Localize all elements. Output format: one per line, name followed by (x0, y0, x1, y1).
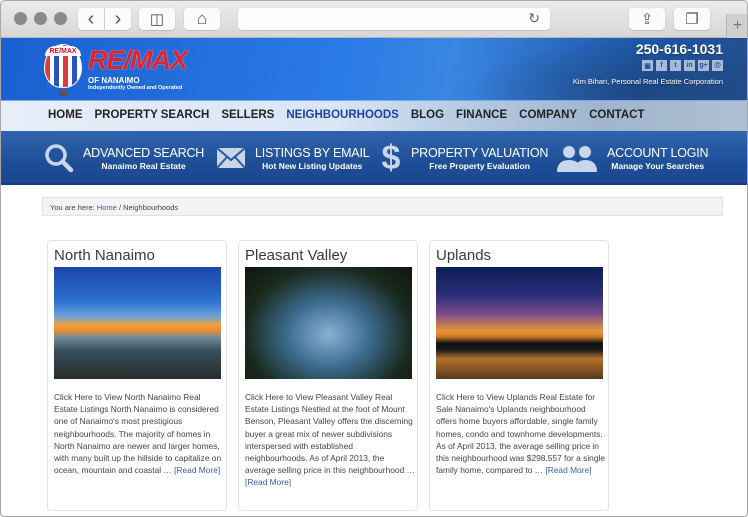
linkedin-icon[interactable]: in (684, 60, 695, 71)
social-links: ▣ f t in g+ @ (642, 60, 723, 71)
users-icon (556, 144, 598, 172)
home-icon: ⌂ (196, 9, 208, 28)
breadcrumb-home-link[interactable]: Home (97, 203, 117, 212)
sidebar-icon: ◫ (149, 11, 165, 28)
share-button[interactable]: ⇪ (629, 8, 665, 30)
feature-title: PROPERTY VALUATION (411, 145, 549, 160)
browser-toolbar: ‹ › ◫ ⌂ ↻ ⇪ ❐ + (0, 0, 748, 38)
breadcrumb-prefix: You are here: (50, 203, 97, 212)
card-description: Click Here to View Pleasant Valley Real … (245, 391, 415, 489)
card-title[interactable]: Pleasant Valley (245, 247, 347, 264)
feature-bar: ADVANCED SEARCH Nanaimo Real Estate LIST… (0, 131, 748, 185)
breadcrumb: You are here: Home / Neighbourhoods (42, 197, 723, 216)
card-description: Click Here to View North Nanaimo Real Es… (54, 391, 224, 476)
youtube-icon[interactable]: ▣ (642, 60, 653, 71)
neighbourhood-card-uplands: Uplands Click Here to View Uplands Real … (429, 240, 609, 511)
email-icon[interactable]: @ (712, 60, 723, 71)
feature-title: ADVANCED SEARCH (83, 145, 205, 160)
card-description: Click Here to View Uplands Real Estate f… (436, 391, 606, 476)
search-icon (44, 143, 74, 173)
read-more-link[interactable]: [Read More] (545, 465, 591, 475)
balloon-basket (59, 90, 67, 96)
nav-item-contact[interactable]: CONTACT (589, 109, 644, 121)
back-button[interactable]: ‹ (78, 8, 104, 30)
address-bar[interactable]: ↻ (238, 8, 550, 30)
tabs-icon: ❐ (685, 11, 699, 28)
neighbourhood-card-north-nanaimo: North Nanaimo Click Here to View North N… (47, 240, 227, 511)
read-more-link[interactable]: [Read More] (174, 465, 220, 475)
site-header: RE/MAX RE/MAX OF NANAIMO Independently O… (0, 38, 748, 100)
show-tabs-button[interactable]: ❐ (674, 8, 710, 30)
plus-icon: + (732, 17, 743, 34)
chevron-right-icon: › (114, 7, 122, 30)
listings-by-email-link[interactable]: LISTINGS BY EMAIL Hot New Listing Update… (216, 131, 370, 185)
card-image[interactable] (436, 267, 603, 379)
advanced-search-link[interactable]: ADVANCED SEARCH Nanaimo Real Estate (44, 131, 204, 185)
feature-subtitle: Nanaimo Real Estate (101, 160, 186, 171)
facebook-icon[interactable]: f (656, 60, 667, 71)
dollar-icon: $ (381, 138, 401, 177)
feature-title: LISTINGS BY EMAIL (255, 145, 370, 160)
read-more-link[interactable]: [Read More] (245, 477, 291, 487)
chevron-left-icon: ‹ (87, 7, 95, 30)
zoom-window-button[interactable] (54, 12, 67, 25)
nav-item-company[interactable]: COMPANY (519, 109, 577, 121)
nav-item-sellers[interactable]: SELLERS (221, 109, 274, 121)
reload-icon[interactable]: ↻ (528, 10, 540, 27)
card-body: Click Here to View Pleasant Valley Real … (245, 392, 415, 476)
property-valuation-link[interactable]: $ PROPERTY VALUATION Free Property Evalu… (380, 131, 549, 185)
share-icon: ⇪ (640, 11, 654, 28)
nav-item-home[interactable]: HOME (48, 109, 83, 121)
envelope-icon (216, 147, 246, 169)
account-login-link[interactable]: ACCOUNT LOGIN Manage Your Searches (556, 131, 709, 185)
nav-item-neighbourhoods[interactable]: NEIGHBOURHOODS (286, 109, 398, 121)
feature-title: ACCOUNT LOGIN (607, 145, 709, 160)
card-title[interactable]: Uplands (436, 247, 491, 264)
twitter-icon[interactable]: t (670, 60, 681, 71)
card-image[interactable] (54, 267, 221, 379)
sidebar-button[interactable]: ◫ (139, 8, 175, 30)
agent-name: Kim Bihari, Personal Real Estate Corpora… (572, 77, 723, 86)
card-body: Click Here to View Uplands Real Estate f… (436, 392, 606, 476)
brand-location: OF NANAIMO (88, 76, 140, 85)
feature-subtitle: Free Property Evaluation (429, 160, 530, 171)
neighbourhood-card-pleasant-valley: Pleasant Valley Click Here to View Pleas… (238, 240, 418, 511)
card-title[interactable]: North Nanaimo (54, 247, 155, 264)
forward-button[interactable]: › (105, 8, 131, 30)
breadcrumb-current: Neighbourhoods (123, 203, 179, 212)
close-window-button[interactable] (14, 12, 27, 25)
nav-item-finance[interactable]: FINANCE (456, 109, 507, 121)
nav-item-property-search[interactable]: PROPERTY SEARCH (95, 109, 210, 121)
brand-tagline: Independently Owned and Operated (88, 85, 183, 91)
home-button[interactable]: ⌂ (184, 8, 220, 30)
balloon-logo-text: RE/MAX (45, 46, 81, 56)
phone-number[interactable]: 250-616-1031 (636, 41, 723, 57)
card-image[interactable] (245, 267, 412, 379)
feature-subtitle: Hot New Listing Updates (262, 160, 363, 171)
googleplus-icon[interactable]: g+ (698, 60, 709, 71)
new-tab-button[interactable]: + (726, 14, 748, 38)
nav-item-blog[interactable]: BLOG (411, 109, 444, 121)
main-nav: HOME PROPERTY SEARCH SELLERS NEIGHBOURHO… (0, 100, 748, 131)
feature-subtitle: Manage Your Searches (611, 160, 705, 171)
minimize-window-button[interactable] (34, 12, 47, 25)
brand-name: RE/MAX (88, 45, 188, 75)
card-body: Click Here to View North Nanaimo Real Es… (54, 392, 222, 476)
